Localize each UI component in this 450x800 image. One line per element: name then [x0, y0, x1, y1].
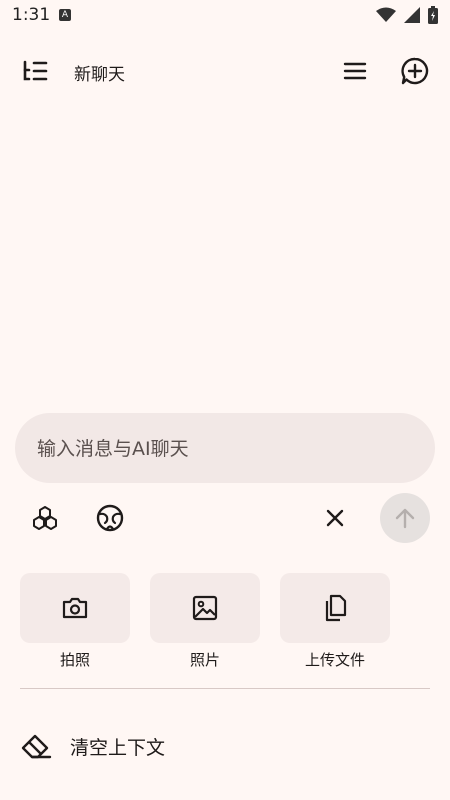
drawer-toggle-button[interactable] [15, 51, 55, 91]
add-chat-icon [401, 57, 429, 85]
status-bar: 1:31 A [0, 0, 450, 32]
new-chat-button[interactable] [394, 50, 436, 92]
status-time: 1:31 [12, 5, 51, 25]
clear-context-button[interactable]: 清空上下文 [20, 716, 430, 776]
image-icon [192, 595, 218, 621]
divider [20, 688, 430, 689]
attach-photo-label: 照片 [189, 651, 220, 669]
page-title: 新聊天 [74, 65, 125, 85]
message-input[interactable] [35, 413, 419, 485]
attach-camera-option[interactable]: 拍照 [20, 573, 130, 670]
eraser-icon [21, 734, 52, 759]
model-select-button[interactable] [25, 498, 65, 538]
globe-icon [96, 504, 124, 532]
signal-icon [404, 7, 420, 23]
keyboard-badge-icon: A [59, 9, 71, 21]
attach-photo-option[interactable]: 照片 [150, 573, 260, 670]
send-button[interactable] [380, 493, 430, 543]
attachment-options: 拍照 照片 上传文件 [0, 573, 450, 673]
arrow-up-icon [395, 508, 415, 529]
attach-photo-tile[interactable] [150, 573, 260, 643]
menu-icon [343, 62, 367, 80]
app-bar: 新聊天 [0, 46, 450, 96]
files-icon [325, 594, 347, 622]
attach-camera-tile[interactable] [20, 573, 130, 643]
camera-icon [62, 597, 88, 619]
sidebar-list-icon [23, 60, 48, 81]
input-toolbar [0, 490, 450, 546]
close-icon [326, 509, 344, 527]
close-attachments-button[interactable] [315, 498, 355, 538]
web-search-button[interactable] [89, 497, 131, 539]
status-icons [376, 6, 438, 24]
attach-camera-label: 拍照 [59, 651, 90, 669]
battery-icon [428, 6, 438, 24]
message-input-container [15, 413, 435, 485]
attach-file-tile[interactable] [280, 573, 390, 643]
attach-file-label: 上传文件 [304, 651, 365, 669]
wifi-icon [376, 7, 396, 22]
menu-button[interactable] [335, 51, 375, 91]
attach-file-option[interactable]: 上传文件 [280, 573, 390, 670]
cubes-icon [33, 506, 57, 530]
clear-context-label: 清空上下文 [70, 736, 166, 759]
